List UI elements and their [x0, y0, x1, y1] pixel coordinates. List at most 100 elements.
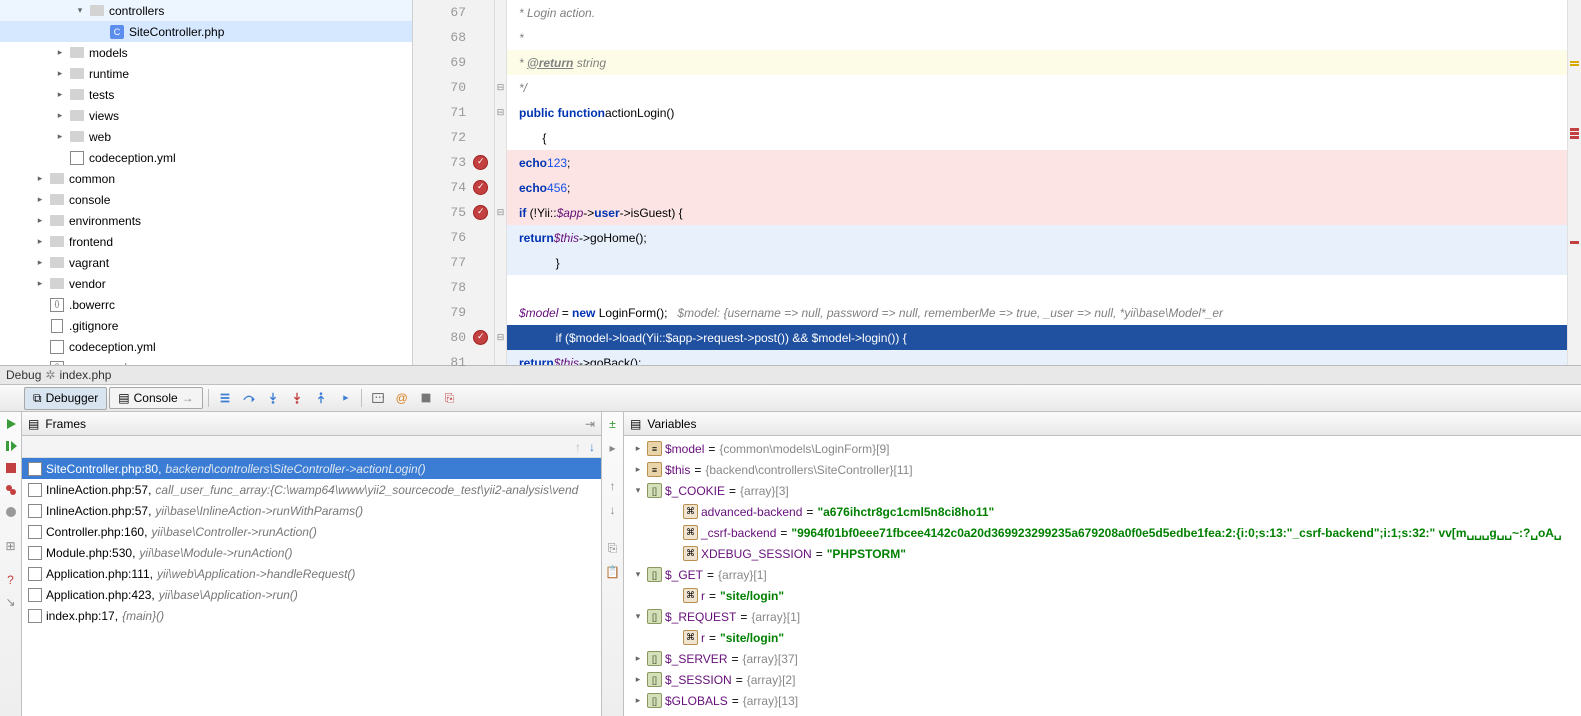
scroll-stripe[interactable] — [1567, 0, 1581, 365]
mute-breakpoints-button[interactable] — [2, 503, 20, 521]
frame-item[interactable]: Controller.php:160, yii\base\Controller-… — [22, 521, 601, 542]
code-line[interactable]: $model = new LoginForm(); $model: {usern… — [507, 300, 1567, 325]
fold-marker[interactable]: ⊟ — [495, 75, 506, 100]
tree-item[interactable]: codeception.yml — [0, 147, 412, 168]
frame-down-button[interactable]: ↓ — [589, 440, 595, 454]
tree-item[interactable]: {}composer.json — [0, 357, 412, 365]
expand-arrow-icon[interactable]: ▸ — [632, 674, 644, 685]
tree-item[interactable]: ▸console — [0, 189, 412, 210]
tree-item[interactable]: ▸web — [0, 126, 412, 147]
tree-arrow-icon[interactable]: ▸ — [35, 173, 45, 184]
tree-item[interactable]: ▸common — [0, 168, 412, 189]
step-over-button[interactable] — [238, 387, 260, 409]
fold-marker[interactable] — [495, 50, 506, 75]
pin-button[interactable]: ⎘ — [439, 387, 461, 409]
breakpoint-icon[interactable] — [473, 155, 488, 170]
gutter-line[interactable]: 67 — [413, 0, 494, 25]
paste-button[interactable]: 📋 — [604, 563, 622, 581]
gutter-line[interactable]: 77 — [413, 250, 494, 275]
code-editor[interactable]: 676869707172737475767778798081 ⊟⊟⊟⊟ * Lo… — [413, 0, 1581, 365]
code-line[interactable]: * Login action. — [507, 0, 1567, 25]
tree-arrow-icon[interactable]: ▾ — [75, 5, 85, 16]
code-line[interactable]: return $this->goHome(); — [507, 225, 1567, 250]
up-button[interactable]: ↑ — [604, 477, 622, 495]
tree-item[interactable]: .gitignore — [0, 315, 412, 336]
fold-column[interactable]: ⊟⊟⊟⊟ — [495, 0, 507, 365]
tree-arrow-icon[interactable]: ▸ — [35, 257, 45, 268]
expand-arrow-icon[interactable]: ▸ — [632, 653, 644, 664]
frame-item[interactable]: InlineAction.php:57, call_user_func_arra… — [22, 479, 601, 500]
run-to-cursor-button[interactable] — [334, 387, 356, 409]
remove-watch-button[interactable]: ▸ — [604, 439, 622, 457]
variable-item[interactable]: ⌘advanced-backend = "a676ihctr8gc1cml5n8… — [624, 501, 1581, 522]
tree-arrow-icon[interactable]: ▸ — [35, 215, 45, 226]
gutter-line[interactable]: 81 — [413, 350, 494, 375]
rerun-button[interactable] — [2, 415, 20, 433]
expand-arrow-icon[interactable]: ▾ — [632, 485, 644, 496]
variable-item[interactable]: ▾[]$_REQUEST = {array} [1] — [624, 606, 1581, 627]
pin-icon[interactable]: ⇥ — [585, 417, 595, 431]
new-watch-button[interactable]: ± — [604, 415, 622, 433]
frame-item[interactable]: SiteController.php:80, backend\controlle… — [22, 458, 601, 479]
code-line[interactable]: if (!Yii::$app->user->isGuest) { — [507, 200, 1567, 225]
tree-arrow-icon[interactable]: ▸ — [55, 110, 65, 121]
breakpoint-icon[interactable] — [473, 180, 488, 195]
frame-up-button[interactable]: ↑ — [575, 440, 581, 454]
frame-item[interactable]: Application.php:111, yii\web\Application… — [22, 563, 601, 584]
fold-marker[interactable] — [495, 0, 506, 25]
code-line[interactable]: * — [507, 25, 1567, 50]
tree-item[interactable]: ▸models — [0, 42, 412, 63]
expand-arrow-icon[interactable]: ▸ — [632, 443, 644, 454]
tree-item[interactable]: ▸tests — [0, 84, 412, 105]
tree-arrow-icon[interactable]: ▸ — [35, 278, 45, 289]
gutter-line[interactable]: 79 — [413, 300, 494, 325]
project-tree[interactable]: ▾controllersCSiteController.php▸models▸r… — [0, 0, 413, 365]
tree-arrow-icon[interactable]: ▸ — [55, 68, 65, 79]
fold-marker[interactable] — [495, 125, 506, 150]
frame-item[interactable]: index.php:17, {main}() — [22, 605, 601, 626]
resume-button[interactable] — [2, 437, 20, 455]
stop-button[interactable] — [2, 459, 20, 477]
variable-item[interactable]: ▾[]$_GET = {array} [1] — [624, 564, 1581, 585]
tree-item[interactable]: ▸environments — [0, 210, 412, 231]
breakpoint-icon[interactable] — [473, 205, 488, 220]
step-into-button[interactable] — [262, 387, 284, 409]
fold-marker[interactable] — [495, 275, 506, 300]
variable-item[interactable]: ▸≡$model = {common\models\LoginForm} [9] — [624, 438, 1581, 459]
add-watch-button[interactable]: @ — [391, 387, 413, 409]
expand-arrow-icon[interactable]: ▾ — [632, 611, 644, 622]
fold-marker[interactable] — [495, 175, 506, 200]
tab-debugger[interactable]: ⧉ Debugger — [24, 387, 107, 410]
variable-item[interactable]: ⌘_csrf-backend = "9964f01bf0eee71fbcee41… — [624, 522, 1581, 543]
show-execution-point-button[interactable] — [214, 387, 236, 409]
tree-item[interactable]: ▸views — [0, 105, 412, 126]
fold-marker[interactable]: ⊟ — [495, 200, 506, 225]
gutter-line[interactable]: 75 — [413, 200, 494, 225]
help-button[interactable]: ? — [2, 571, 20, 589]
gutter-line[interactable]: 69 — [413, 50, 494, 75]
gutter-line[interactable]: 72 — [413, 125, 494, 150]
tree-arrow-icon[interactable]: ▸ — [35, 236, 45, 247]
breakpoint-icon[interactable] — [473, 330, 488, 345]
variable-item[interactable]: ⌘XDEBUG_SESSION = "PHPSTORM" — [624, 543, 1581, 564]
tree-item[interactable]: ▾controllers — [0, 0, 412, 21]
tree-arrow-icon[interactable]: ▸ — [35, 194, 45, 205]
fold-marker[interactable] — [495, 250, 506, 275]
variable-item[interactable]: ▸≡$this = {backend\controllers\SiteContr… — [624, 459, 1581, 480]
frame-item[interactable]: InlineAction.php:57, yii\base\InlineActi… — [22, 500, 601, 521]
variables-list[interactable]: ▸≡$model = {common\models\LoginForm} [9]… — [624, 436, 1581, 716]
code-line[interactable]: * @return string — [507, 50, 1567, 75]
tree-item[interactable]: ▸frontend — [0, 231, 412, 252]
code-line[interactable]: public function actionLogin() — [507, 100, 1567, 125]
tree-item[interactable]: CSiteController.php — [0, 21, 412, 42]
code-line[interactable]: { — [507, 125, 1567, 150]
code-line[interactable]: */ — [507, 75, 1567, 100]
expand-arrow-icon[interactable]: ▸ — [632, 695, 644, 706]
gutter-line[interactable]: 73 — [413, 150, 494, 175]
tree-item[interactable]: ▸vagrant — [0, 252, 412, 273]
tree-item[interactable]: codeception.yml — [0, 336, 412, 357]
gutter-line[interactable]: 70 — [413, 75, 494, 100]
layout-button[interactable]: ⊞ — [2, 537, 20, 555]
copy-button[interactable]: ⎘ — [604, 539, 622, 557]
fold-marker[interactable]: ⊟ — [495, 100, 506, 125]
